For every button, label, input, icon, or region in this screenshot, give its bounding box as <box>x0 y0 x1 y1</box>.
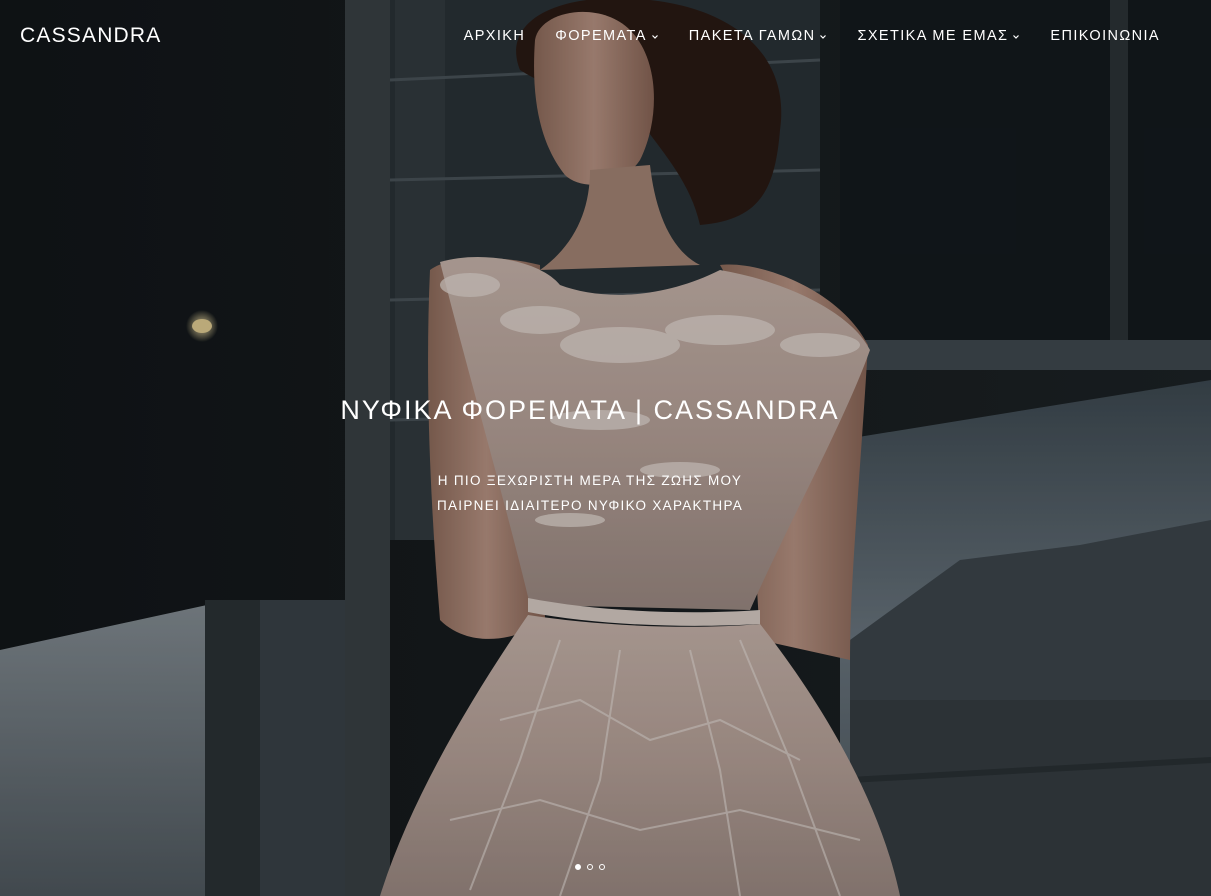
slider-pagination <box>575 864 605 870</box>
main-nav: ΑΡΧΙΚΗ ΦΟΡΕΜΑΤΑ ΠΑΚΕΤΑ ΓΑΜΩΝ ΣΧΕΤΙΚΑ ΜΕ … <box>464 26 1160 46</box>
nav-item-label: ΑΡΧΙΚΗ <box>463 28 526 44</box>
chevron-down-icon <box>651 34 658 39</box>
nav-item-dresses[interactable]: ΦΟΡΕΜΑΤΑ <box>555 26 659 46</box>
nav-item-label: ΦΟΡΕΜΑΤΑ <box>555 28 647 44</box>
chevron-down-icon <box>1013 34 1020 39</box>
nav-item-wedding-packages[interactable]: ΠΑΚΕΤΑ ΓΑΜΩΝ <box>689 26 828 46</box>
nav-item-label: ΣΧΕΤΙΚΑ ΜΕ ΕΜΑΣ <box>857 28 1009 44</box>
chevron-down-icon <box>820 34 827 39</box>
nav-item-contact[interactable]: ΕΠΙΚΟΙΝΩΝΙΑ <box>1050 26 1160 46</box>
hero-content: ΝΥΦΙΚΑ ΦΟΡΕΜΑΤΑ | CASSANDRA Η ΠΙΟ ΞΕΧΩΡΙ… <box>0 390 1180 518</box>
hero-slider: CASSANDRA ΑΡΧΙΚΗ ΦΟΡΕΜΑΤΑ ΠΑΚΕΤΑ ΓΑΜΩΝ Σ… <box>0 0 1211 896</box>
slider-dot[interactable] <box>575 864 581 870</box>
nav-item-about[interactable]: ΣΧΕΤΙΚΑ ΜΕ ΕΜΑΣ <box>857 26 1020 46</box>
slider-dot[interactable] <box>599 864 605 870</box>
hero-title: ΝΥΦΙΚΑ ΦΟΡΕΜΑΤΑ | CASSANDRA <box>340 395 840 425</box>
site-logo[interactable]: CASSANDRA <box>20 22 162 50</box>
hero-subtitle-line: ΠΑΙΡΝΕΙ ΙΔΙΑΙΤΕΡΟ ΝΥΦΙΚΟ ΧΑΡΑΚΤΗΡΑ <box>436 498 744 513</box>
hero-subtitle: Η ΠΙΟ ΞΕΧΩΡΙΣΤΗ ΜΕΡΑ ΤΗΣ ΖΩΗΣ ΜΟΥ ΠΑΙΡΝΕ… <box>0 468 1180 518</box>
nav-item-label: ΕΠΙΚΟΙΝΩΝΙΑ <box>1050 28 1160 44</box>
slider-dot[interactable] <box>587 864 593 870</box>
nav-item-label: ΠΑΚΕΤΑ ΓΑΜΩΝ <box>688 28 816 44</box>
site-header: CASSANDRA ΑΡΧΙΚΗ ΦΟΡΕΜΑΤΑ ΠΑΚΕΤΑ ΓΑΜΩΝ Σ… <box>0 0 1211 72</box>
hero-subtitle-line: Η ΠΙΟ ΞΕΧΩΡΙΣΤΗ ΜΕΡΑ ΤΗΣ ΖΩΗΣ ΜΟΥ <box>437 473 743 488</box>
nav-item-home[interactable]: ΑΡΧΙΚΗ <box>464 26 526 46</box>
